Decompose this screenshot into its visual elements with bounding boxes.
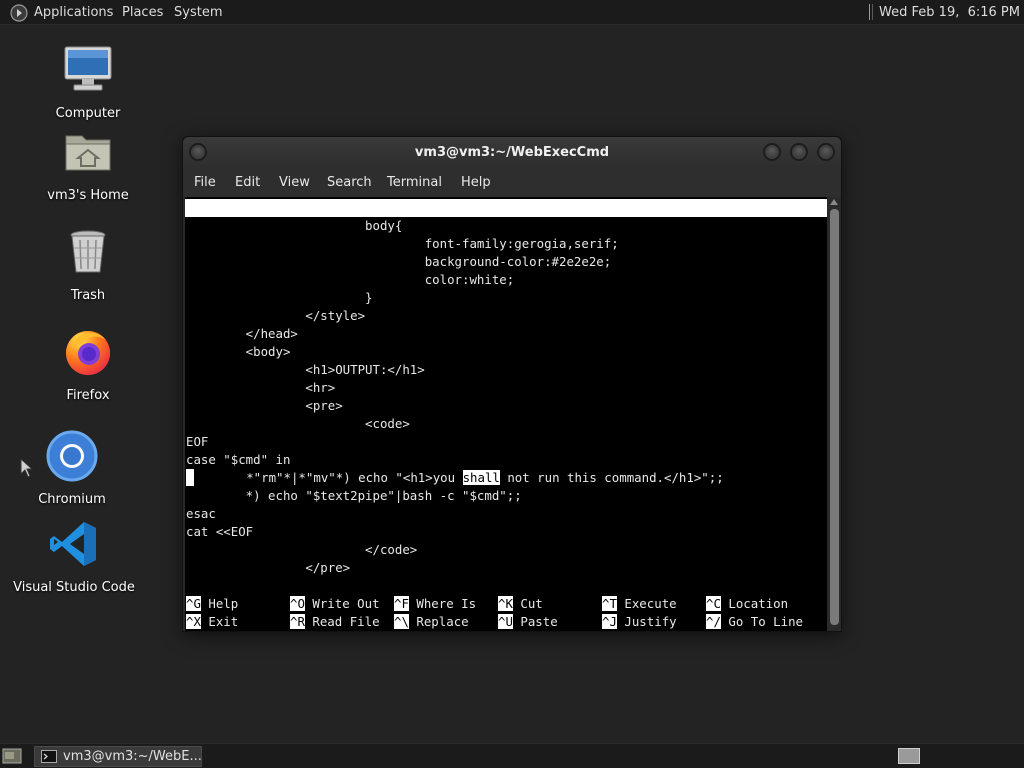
taskbar-window-label: vm3@vm3:~/WebE...: [63, 749, 202, 764]
code-line: </head>: [186, 326, 298, 341]
clock[interactable]: Wed Feb 19, 6:16 PM: [869, 4, 1020, 21]
shortcut-read-file[interactable]: ^R Read File: [290, 613, 380, 631]
code-line: color:white;: [186, 272, 515, 287]
desktop-icon-label: Visual Studio Code: [13, 580, 135, 595]
trash-icon: [70, 230, 106, 273]
vscode-icon: [50, 522, 96, 566]
code-text: not run this command.</h1>";;: [499, 470, 724, 485]
code-line: </code>: [186, 542, 418, 557]
clock-text: Wed Feb 19, 6:16 PM: [879, 5, 1020, 20]
chromium-icon: [46, 430, 98, 482]
code-line: <hr>: [186, 380, 336, 395]
close-button[interactable]: [817, 143, 835, 161]
panel-separator: [869, 4, 874, 20]
terminal-window[interactable]: vm3@vm3:~/WebExecCmd File Edit View Sear…: [182, 136, 842, 632]
desktop-icon-label: Computer: [55, 106, 121, 121]
code-line: <code>: [186, 416, 410, 431]
terminal-menubar: File Edit View Search Terminal Help: [183, 169, 841, 197]
applications-menu-icon[interactable]: [10, 4, 28, 22]
shortcut-paste[interactable]: ^U Paste: [498, 613, 558, 631]
menu-edit[interactable]: Edit: [235, 175, 260, 190]
computer-icon: [64, 46, 112, 91]
code-line-cursor: *"rm"*|*"mv"*) echo "<h1>you shall not r…: [186, 469, 724, 487]
code-line: <h1>OUTPUT:</h1>: [186, 362, 425, 377]
code-text: *"rm"*|*"mv"*) echo "<h1>you: [194, 470, 463, 485]
terminal-scrollbar[interactable]: [827, 197, 841, 631]
shortcut-where-is[interactable]: ^F Where Is: [394, 595, 476, 613]
terminal-icon: [41, 750, 57, 763]
firefox-icon: [66, 331, 110, 375]
window-title: vm3@vm3:~/WebExecCmd: [414, 145, 610, 160]
menu-terminal[interactable]: Terminal: [387, 175, 442, 190]
text-cursor: [186, 469, 194, 486]
shortcut-location[interactable]: ^C Location: [706, 595, 788, 613]
desktop-icon-computer[interactable]: Computer: [18, 44, 158, 121]
code-line: <body>: [186, 344, 291, 359]
code-line: </pre>: [186, 560, 351, 575]
shortcut-execute[interactable]: ^T Execute: [602, 595, 677, 613]
scroll-up-arrow-icon[interactable]: [830, 199, 838, 205]
code-line: }: [186, 290, 373, 305]
code-line: font-family:gerogia,serif;: [186, 236, 619, 251]
show-desktop-icon[interactable]: [2, 748, 22, 764]
search-highlight: shall: [462, 470, 500, 485]
desktop-icon-label: vm3's Home: [47, 188, 129, 203]
shortcut-justify[interactable]: ^J Justify: [602, 613, 677, 631]
menu-help[interactable]: Help: [461, 175, 491, 190]
code-line: esac: [186, 506, 216, 521]
desktop-icon-label: Chromium: [38, 492, 106, 507]
desktop-icon-home[interactable]: vm3's Home: [18, 126, 158, 203]
code-line: case "$cmd" in: [186, 452, 291, 467]
system-menu[interactable]: System: [174, 4, 222, 21]
bottom-panel: vm3@vm3:~/WebE...: [0, 743, 1024, 768]
desktop-icon-vscode[interactable]: Visual Studio Code: [4, 518, 144, 595]
shortcut-write-out[interactable]: ^O Write Out: [290, 595, 380, 613]
code-line: cat <<EOF: [186, 524, 254, 539]
code-line: </style>: [186, 308, 366, 323]
desktop-icon-trash[interactable]: Trash: [18, 226, 158, 303]
nano-header-bar: GNU nano 8.3 cgi-bin/cmd.sh: [185, 199, 827, 251]
desktop-icon-label: Firefox: [66, 388, 110, 403]
shortcut-cut[interactable]: ^K Cut: [498, 595, 543, 613]
shortcut-go-to-line[interactable]: ^/ Go To Line: [706, 613, 803, 631]
top-panel: Applications Places System Wed Feb 19, 6…: [0, 0, 1024, 25]
minimize-button[interactable]: [763, 143, 781, 161]
scrollbar-thumb[interactable]: [830, 209, 839, 625]
menu-search[interactable]: Search: [327, 175, 372, 190]
shortcut-help[interactable]: ^G Help: [186, 595, 238, 613]
code-line: EOF: [186, 434, 209, 449]
menu-view[interactable]: View: [279, 175, 310, 190]
workspace-switcher[interactable]: [898, 748, 920, 764]
code-line: <pre>: [186, 398, 343, 413]
desktop-icon-firefox[interactable]: Firefox: [18, 326, 158, 403]
shortcut-exit[interactable]: ^X Exit: [186, 613, 238, 631]
window-menu-button[interactable]: [189, 143, 207, 161]
code-line: *) echo "$text2pipe"|bash -c "$cmd";;: [186, 488, 522, 503]
taskbar-window-button[interactable]: vm3@vm3:~/WebE...: [34, 746, 202, 767]
code-line: background-color:#2e2e2e;: [186, 254, 612, 269]
desktop-icon-label: Trash: [70, 288, 106, 303]
maximize-button[interactable]: [790, 143, 808, 161]
code-line: body{: [186, 218, 403, 233]
applications-menu[interactable]: Applications: [34, 4, 113, 21]
window-titlebar[interactable]: vm3@vm3:~/WebExecCmd: [183, 137, 841, 169]
terminal-content[interactable]: GNU nano 8.3 cgi-bin/cmd.sh body{ font-f…: [185, 197, 827, 631]
shortcut-replace[interactable]: ^\ Replace: [394, 613, 469, 631]
places-menu[interactable]: Places: [122, 4, 163, 21]
menu-file[interactable]: File: [194, 175, 216, 190]
mouse-pointer-icon: [20, 458, 34, 478]
home-folder-icon: [65, 135, 111, 171]
